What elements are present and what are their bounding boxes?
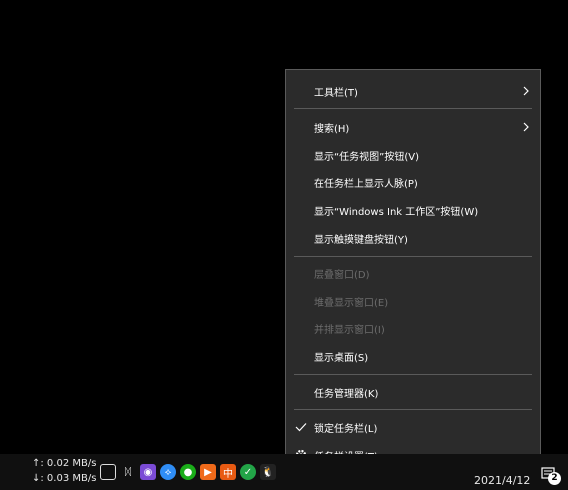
menu-item-label: 显示桌面(S) (314, 352, 369, 364)
qq-icon[interactable]: 🐧 (260, 464, 276, 480)
chevron-right-icon (523, 86, 529, 96)
menu-divider (294, 374, 532, 375)
shield-icon[interactable]: ✓ (240, 464, 256, 480)
menu-item-search[interactable]: 搜索(H) (286, 114, 540, 140)
menu-divider (294, 409, 532, 410)
menu-divider (294, 256, 532, 257)
taskbar: ↑: 0.02 MB/s ↓: 0.03 MB/s ᛞ ◉ ⟡ ● ▶ 中 ✓ … (0, 454, 568, 490)
menu-item-label: 任务管理器(K) (314, 388, 379, 400)
ime-icon[interactable]: 中 (220, 464, 236, 480)
download-speed: ↓: 0.03 MB/s (32, 473, 97, 484)
menu-item-show-touch-keyboard[interactable]: 显示触摸键盘按钮(Y) (286, 225, 540, 251)
menu-item-show-ink-workspace[interactable]: 显示“Windows Ink 工作区”按钮(W) (286, 197, 540, 223)
menu-item-show-task-view[interactable]: 显示“任务视图”按钮(V) (286, 142, 540, 168)
menu-item-label: 在任务栏上显示人脉(P) (314, 178, 418, 190)
menu-item-label: 显示“Windows Ink 工作区”按钮(W) (314, 206, 479, 218)
app-icon[interactable]: ◉ (140, 464, 156, 480)
taskbar-context-menu: 工具栏(T) 搜索(H) 显示“任务视图”按钮(V) 在任务栏上显示人脉(P) … (285, 69, 541, 474)
notification-badge: 2 (548, 472, 561, 485)
menu-item-toolbars[interactable]: 工具栏(T) (286, 78, 540, 104)
menu-item-show-desktop[interactable]: 显示桌面(S) (286, 343, 540, 369)
menu-item-show-people[interactable]: 在任务栏上显示人脉(P) (286, 169, 540, 195)
menu-item-label: 并排显示窗口(I) (314, 324, 385, 336)
menu-divider (294, 108, 532, 109)
menu-item-lock-taskbar[interactable]: 锁定任务栏(L) (286, 414, 540, 440)
wechat-icon[interactable]: ● (180, 464, 196, 480)
browser-icon[interactable]: ⟡ (160, 464, 176, 480)
orange-app-icon[interactable]: ▶ (200, 464, 216, 480)
menu-item-label: 显示触摸键盘按钮(Y) (314, 234, 408, 246)
system-tray: ᛞ ◉ ⟡ ● ▶ 中 ✓ 🐧 (100, 462, 280, 482)
menu-item-label: 显示“任务视图”按钮(V) (314, 151, 420, 163)
menu-item-cascade-windows: 层叠窗口(D) (286, 260, 540, 286)
menu-item-side-by-side-windows: 并排显示窗口(I) (286, 315, 540, 341)
link-icon[interactable]: ᛞ (120, 464, 136, 480)
menu-item-label: 搜索(H) (314, 123, 350, 135)
menu-item-label: 工具栏(T) (314, 87, 358, 99)
menu-item-stacked-windows: 堆叠显示窗口(E) (286, 288, 540, 314)
menu-item-label: 层叠窗口(D) (314, 269, 370, 281)
desktop: 工具栏(T) 搜索(H) 显示“任务视图”按钮(V) 在任务栏上显示人脉(P) … (0, 0, 568, 490)
checkmark-icon (295, 423, 307, 432)
clock-date[interactable]: 2021/4/12 (474, 474, 530, 487)
task-view-icon[interactable] (100, 464, 116, 480)
menu-item-label: 锁定任务栏(L) (314, 423, 378, 435)
menu-item-label: 堆叠显示窗口(E) (314, 297, 389, 309)
network-speed-monitor: ↑: 0.02 MB/s ↓: 0.03 MB/s (32, 456, 96, 486)
notification-center-icon[interactable]: 2 (541, 467, 561, 485)
menu-item-task-manager[interactable]: 任务管理器(K) (286, 379, 540, 405)
upload-speed: ↑: 0.02 MB/s (32, 458, 97, 469)
chevron-right-icon (523, 122, 529, 132)
